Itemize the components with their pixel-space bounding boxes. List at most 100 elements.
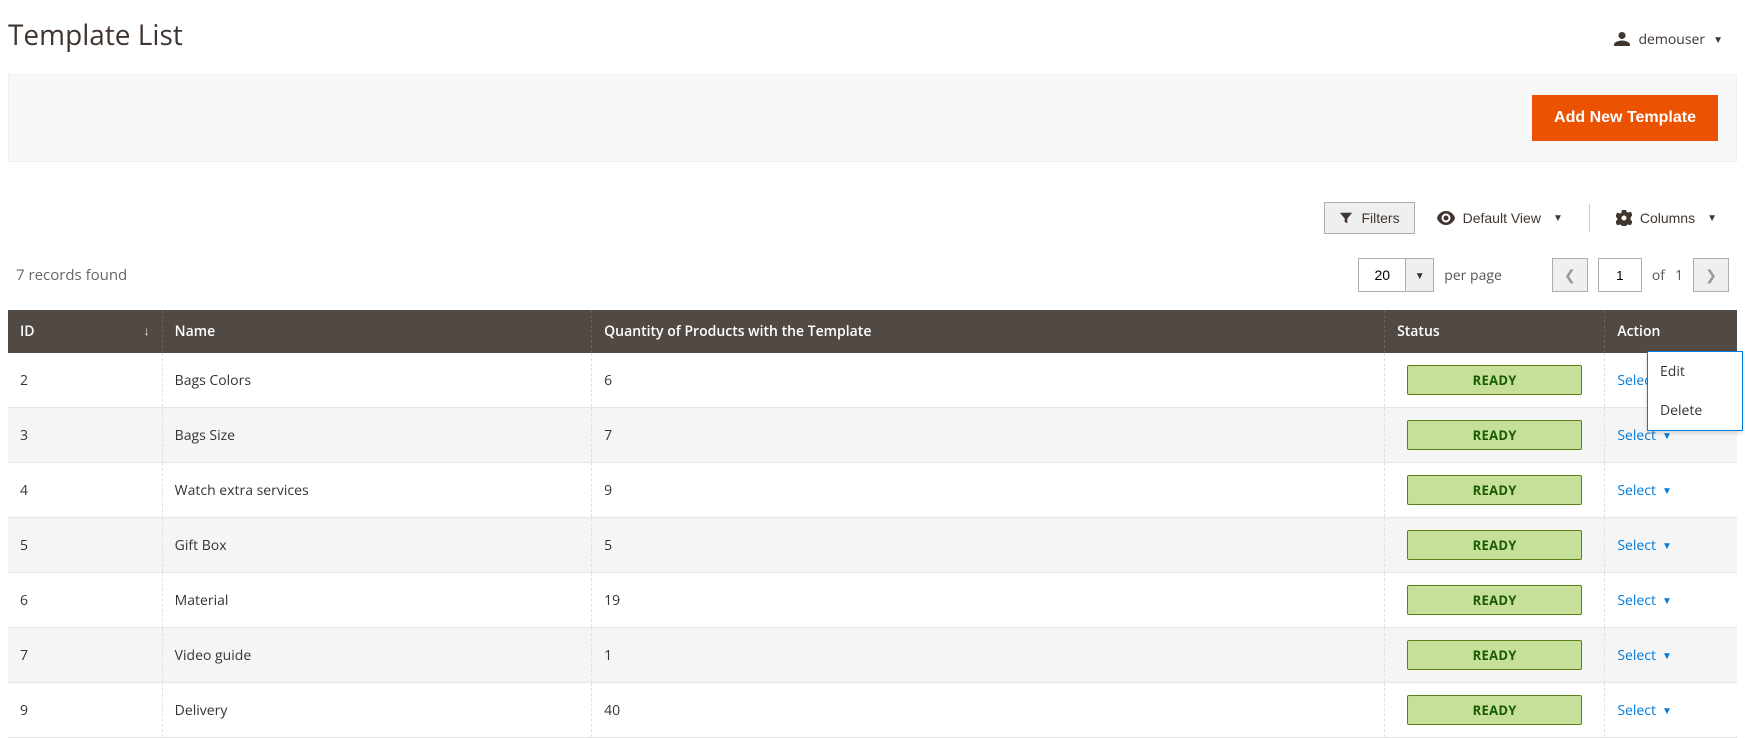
cell-name: Bags Colors — [162, 353, 591, 408]
select-action[interactable]: Select▼ — [1617, 701, 1672, 720]
action-bar: Add New Template — [8, 74, 1737, 162]
sort-arrow-down-icon: ↓ — [144, 322, 150, 339]
cell-status: READY — [1385, 408, 1605, 463]
cell-name: Watch extra services — [162, 463, 591, 518]
cell-status: READY — [1385, 463, 1605, 518]
status-badge: READY — [1407, 475, 1582, 505]
per-page-label: per page — [1444, 266, 1502, 285]
cell-name: Gift Box — [162, 518, 591, 573]
columns-button[interactable]: Columns ▼ — [1602, 203, 1731, 233]
add-new-template-button[interactable]: Add New Template — [1532, 95, 1718, 141]
cell-qty: 5 — [592, 518, 1385, 573]
cell-status: READY — [1385, 353, 1605, 408]
cell-action: Select▼ — [1605, 573, 1737, 628]
table-row[interactable]: 3Bags Size7READYSelect▼ — [8, 408, 1737, 463]
status-badge: READY — [1407, 640, 1582, 670]
cell-name: Delivery — [162, 683, 591, 738]
cell-status: READY — [1385, 518, 1605, 573]
table-row[interactable]: 7Video guide1 READY Select▼ — [8, 628, 1737, 683]
table-row[interactable]: 5Gift Box5 READY Select▼ — [8, 518, 1737, 573]
chevron-right-icon: ❯ — [1705, 266, 1717, 285]
status-badge: READY — [1407, 530, 1582, 560]
default-view-button[interactable]: Default View ▼ — [1423, 203, 1577, 233]
cell-qty: 1 — [592, 628, 1385, 683]
cell-status: READY — [1385, 573, 1605, 628]
of-label: of — [1652, 266, 1665, 285]
filters-button[interactable]: Filters — [1324, 202, 1414, 234]
cell-qty: 40 — [592, 683, 1385, 738]
cell-id: 2 — [8, 353, 162, 408]
caret-down-icon: ▼ — [1713, 32, 1723, 46]
caret-down-icon: ▼ — [1662, 703, 1672, 717]
current-page-input[interactable] — [1598, 258, 1642, 292]
funnel-icon — [1339, 211, 1353, 225]
cell-qty: 19 — [592, 573, 1385, 628]
action-dropdown: EditDelete — [1647, 351, 1743, 431]
select-action[interactable]: Select▼ — [1617, 536, 1672, 555]
select-action[interactable]: Select▼ — [1617, 481, 1672, 500]
grid-toolbar: Filters Default View ▼ Columns ▼ — [8, 202, 1737, 234]
cell-action: Select▲EditDelete — [1605, 353, 1737, 408]
status-badge: READY — [1407, 695, 1582, 725]
cell-name: Material — [162, 573, 591, 628]
user-name: demouser — [1638, 30, 1705, 49]
records-found: 7 records found — [16, 265, 127, 285]
table-row[interactable]: 9Delivery40 READY Select▼ — [8, 683, 1737, 738]
column-id[interactable]: ID ↓ — [8, 310, 162, 353]
gear-icon — [1616, 210, 1632, 226]
columns-label: Columns — [1640, 210, 1695, 226]
prev-page-button[interactable]: ❮ — [1552, 258, 1588, 292]
status-badge: READY — [1407, 365, 1582, 395]
page-size-dropdown-button[interactable]: ▼ — [1406, 258, 1434, 292]
cell-id: 4 — [8, 463, 162, 518]
table-row[interactable]: 2Bags Colors6 READY Select▲EditDelete — [8, 353, 1737, 408]
pager: ▼ per page ❮ of 1 ❯ — [1358, 258, 1729, 292]
cell-qty: 9 — [592, 463, 1385, 518]
cell-status: READY — [1385, 628, 1605, 683]
separator — [1589, 204, 1590, 232]
cell-id: 7 — [8, 628, 162, 683]
column-status[interactable]: Status — [1385, 310, 1605, 353]
caret-down-icon: ▼ — [1707, 213, 1717, 224]
cell-action: Select▼ — [1605, 628, 1737, 683]
chevron-left-icon: ❮ — [1564, 266, 1576, 285]
column-action[interactable]: Action — [1605, 310, 1737, 353]
column-name[interactable]: Name — [162, 310, 591, 353]
cell-name: Bags Size — [162, 408, 591, 463]
page-title: Template List — [8, 16, 183, 54]
cell-action: Select▼ — [1605, 683, 1737, 738]
table-row[interactable]: 4Watch extra services9 READY Select▼ — [8, 463, 1737, 518]
caret-down-icon: ▼ — [1415, 268, 1425, 282]
column-qty[interactable]: Quantity of Products with the Template — [592, 310, 1385, 353]
eye-icon — [1437, 211, 1455, 225]
caret-down-icon: ▼ — [1662, 593, 1672, 607]
select-action[interactable]: Select▼ — [1617, 646, 1672, 665]
default-view-label: Default View — [1463, 210, 1541, 226]
action-delete[interactable]: Delete — [1648, 391, 1742, 430]
select-action[interactable]: Select▼ — [1617, 591, 1672, 610]
total-pages: 1 — [1675, 266, 1683, 285]
cell-id: 6 — [8, 573, 162, 628]
cell-action: Select▼ — [1605, 518, 1737, 573]
template-table: ID ↓ Name Quantity of Products with the … — [8, 310, 1737, 738]
cell-status: READY — [1385, 683, 1605, 738]
caret-down-icon: ▼ — [1662, 538, 1672, 552]
cell-id: 9 — [8, 683, 162, 738]
action-edit[interactable]: Edit — [1648, 352, 1742, 391]
filters-label: Filters — [1361, 210, 1399, 226]
page-size-input[interactable] — [1358, 258, 1406, 292]
table-row[interactable]: 6Material19 READY Select▼ — [8, 573, 1737, 628]
caret-down-icon: ▼ — [1553, 213, 1563, 224]
cell-action: Select▼ — [1605, 463, 1737, 518]
status-badge: READY — [1407, 585, 1582, 615]
next-page-button[interactable]: ❯ — [1693, 258, 1729, 292]
cell-qty: 6 — [592, 353, 1385, 408]
cell-id: 3 — [8, 408, 162, 463]
cell-id: 5 — [8, 518, 162, 573]
status-badge: READY — [1407, 420, 1582, 450]
caret-down-icon: ▼ — [1662, 483, 1672, 497]
user-icon — [1614, 31, 1630, 47]
user-menu[interactable]: demouser ▼ — [1614, 30, 1737, 49]
cell-qty: 7 — [592, 408, 1385, 463]
cell-name: Video guide — [162, 628, 591, 683]
